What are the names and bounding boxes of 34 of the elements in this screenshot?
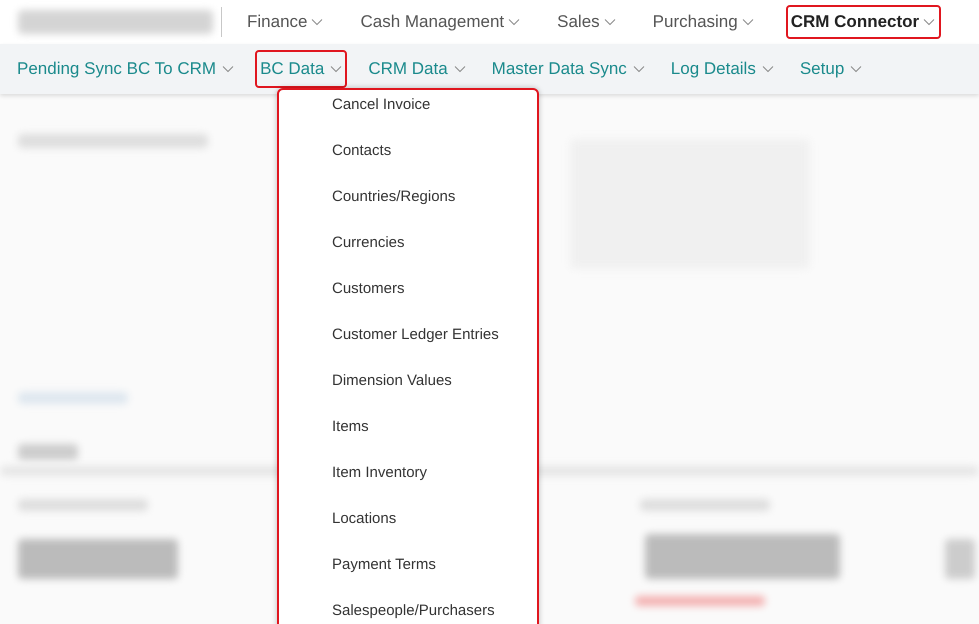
- dropdown-item[interactable]: Locations: [279, 504, 537, 550]
- chevron-down-icon: [740, 18, 755, 26]
- dropdown-item[interactable]: Payment Terms: [279, 550, 537, 596]
- chevron-down-icon: [454, 65, 466, 73]
- dropdown-item[interactable]: Dimension Values: [279, 366, 537, 412]
- chevron-down-icon: [850, 65, 862, 73]
- chevron-down-icon: [330, 65, 342, 73]
- chevron-down-icon: [762, 65, 774, 73]
- top-menu-item[interactable]: Cash Management: [355, 5, 526, 39]
- dropdown-item[interactable]: Item Inventory: [279, 458, 537, 504]
- dropdown-item[interactable]: Contacts: [279, 136, 537, 182]
- dropdown-item[interactable]: Cancel Invoice: [279, 90, 537, 136]
- sub-menu-item[interactable]: Pending Sync BC To CRM: [12, 50, 240, 88]
- chevron-down-icon: [507, 18, 522, 26]
- dropdown-item[interactable]: Items: [279, 412, 537, 458]
- top-menu-item[interactable]: CRM Connector: [786, 5, 942, 39]
- sub-menu-item[interactable]: Master Data Sync: [486, 50, 650, 88]
- dropdown-item[interactable]: Salespeople/Purchasers: [279, 596, 537, 624]
- chevron-down-icon: [222, 65, 234, 73]
- top-menu-item[interactable]: Finance: [242, 5, 330, 39]
- sub-menu-item[interactable]: Setup: [794, 50, 868, 88]
- chevron-down-icon: [310, 18, 324, 26]
- dropdown-item[interactable]: Countries/Regions: [279, 182, 537, 228]
- top-menu-item[interactable]: Purchasing: [648, 5, 760, 39]
- chevron-down-icon: [632, 65, 645, 73]
- sub-menu-item[interactable]: BC Data: [255, 50, 348, 88]
- chevron-down-icon: [922, 18, 936, 26]
- dropdown-item[interactable]: Customers: [279, 274, 537, 320]
- sub-menu-item[interactable]: Log Details: [666, 50, 779, 88]
- sub-menu-item[interactable]: CRM Data: [363, 50, 471, 88]
- dropdown-item[interactable]: Currencies: [279, 228, 537, 274]
- top-menu-item[interactable]: Sales: [552, 5, 622, 39]
- dropdown-item[interactable]: Customer Ledger Entries: [279, 320, 537, 366]
- chevron-down-icon: [602, 18, 617, 26]
